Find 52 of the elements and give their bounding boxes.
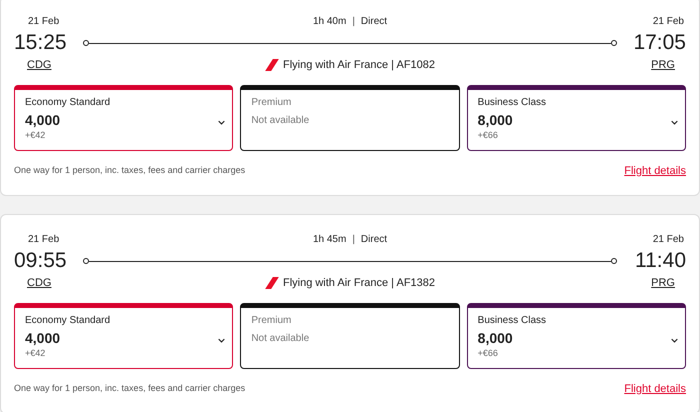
cabin-name: Economy Standard: [25, 314, 112, 328]
fare-option[interactable]: Premium Not available: [240, 302, 460, 368]
arrival-time: 11:40: [634, 248, 686, 274]
operator-text: Flying with Air France | AF1082: [282, 58, 436, 73]
fare-option[interactable]: Premium Not available: [240, 84, 460, 150]
operator-text: Flying with Air France | AF1382: [282, 276, 436, 291]
flight-details-link[interactable]: Flight details: [624, 162, 686, 179]
fare-note: One way for 1 person, inc. taxes, fees and carrier charges: [14, 382, 246, 395]
surcharge: +€42: [25, 128, 46, 142]
flight-details-link[interactable]: Flight details: [624, 380, 686, 397]
cabin-name: Business Class: [478, 96, 548, 110]
departure-time: 15:25: [14, 30, 68, 56]
airport-link[interactable]: PRG: [636, 275, 686, 292]
cabin-name: Business Class: [478, 314, 548, 328]
availability-status: Not available: [251, 114, 310, 128]
airline-logo-icon: [264, 59, 279, 72]
airport-link[interactable]: CDG: [14, 57, 64, 74]
cabin-name: Premium: [251, 96, 292, 110]
fare-option[interactable]: Business Class 8,000 +€66: [466, 84, 686, 150]
points-price: 8,000: [478, 328, 513, 346]
departure-date: 21 Feb: [27, 15, 60, 29]
chevron-down-icon: [670, 338, 678, 342]
stops: Direct: [360, 233, 388, 247]
cabin-name: Economy Standard: [25, 96, 112, 110]
chevron-down-icon: [670, 120, 678, 124]
points-price: 4,000: [25, 110, 60, 128]
stops: Direct: [360, 15, 388, 29]
points-price: 8,000: [478, 110, 513, 128]
availability-status: Not available: [251, 332, 310, 346]
surcharge: +€66: [478, 346, 498, 360]
airline-logo-icon: [264, 277, 279, 290]
airport-link[interactable]: PRG: [636, 57, 686, 74]
fare-option[interactable]: Economy Standard 4,000 +€42: [14, 302, 234, 368]
fare-option[interactable]: Economy Standard 4,000 +€42: [14, 84, 234, 150]
departure-date: 21 Feb: [27, 233, 60, 247]
duration: 1h 45m: [312, 233, 346, 247]
fare-option[interactable]: Business Class 8,000 +€66: [466, 302, 686, 368]
surcharge: +€66: [478, 128, 498, 142]
separator: |: [352, 233, 355, 247]
arrival-date: 21 Feb: [652, 233, 685, 247]
chevron-down-icon: [218, 338, 226, 342]
fare-note: One way for 1 person, inc. taxes, fees and carrier charges: [14, 164, 246, 177]
points-price: 4,000: [25, 328, 60, 346]
arrival-time: 17:05: [632, 30, 686, 56]
chevron-down-icon: [218, 120, 226, 124]
arrival-date: 21 Feb: [652, 15, 685, 29]
separator: |: [352, 15, 355, 29]
departure-time: 09:55: [14, 248, 68, 274]
cabin-name: Premium: [251, 314, 292, 328]
duration: 1h 40m: [312, 15, 346, 29]
surcharge: +€42: [25, 346, 46, 360]
airport-link[interactable]: CDG: [14, 275, 64, 292]
